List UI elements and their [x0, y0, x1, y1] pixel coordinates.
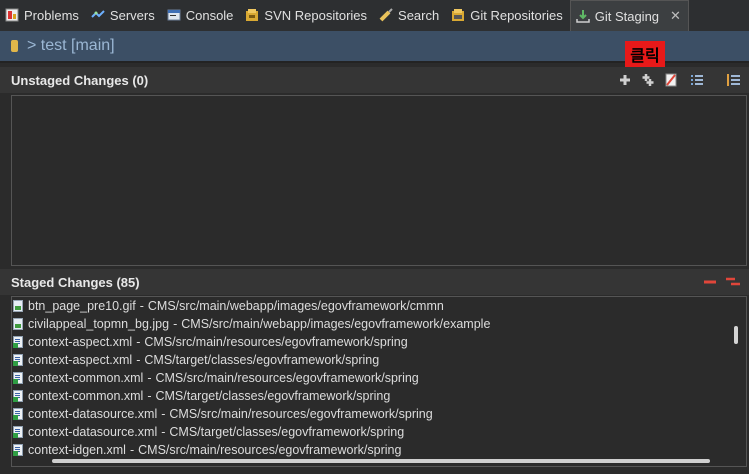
view-tab-bar: Problems Servers Console SVN Repositorie… — [0, 0, 749, 32]
close-icon[interactable]: ✕ — [670, 8, 681, 24]
file-path: CMS/src/main/resources/egovframework/spr… — [144, 335, 408, 349]
click-annotation-label: 클릭 — [625, 41, 665, 67]
tab-label: Console — [185, 7, 234, 23]
presentation-menu-icon[interactable] — [727, 73, 741, 87]
repository-label: > test [main] — [27, 37, 115, 54]
staged-file-row[interactable]: context-aspect.xml - CMS/target/classes/eg… — [12, 351, 746, 369]
separator: - — [136, 353, 141, 367]
separator: - — [161, 425, 166, 439]
unstaged-file-list[interactable] — [11, 95, 747, 266]
file-name: context-common.xml — [28, 389, 144, 403]
vertical-scrollbar[interactable] — [734, 326, 738, 344]
xml-file-icon — [13, 426, 23, 438]
file-name: context-common.xml — [28, 371, 144, 385]
tab-label: Problems — [24, 7, 79, 23]
file-name: civilappeal_topmn_bg.jpg — [28, 317, 170, 331]
horizontal-scrollbar[interactable] — [52, 459, 710, 463]
tab-label: SVN Repositories — [264, 7, 368, 23]
file-path: CMS/src/main/webapp/images/egovframework… — [181, 317, 491, 331]
add-all-to-index-icon[interactable] — [641, 73, 655, 87]
file-path: CMS/target/classes/egovframework/spring — [144, 353, 380, 367]
staged-file-row[interactable]: context-datasource.xml - CMS/target/classe… — [12, 423, 746, 441]
tree-view-icon[interactable] — [690, 73, 704, 87]
separator: - — [136, 335, 141, 349]
staged-file-row[interactable]: context-datasource.xml - CMS/src/main/reso… — [12, 405, 746, 423]
file-name: context-aspect.xml — [28, 353, 133, 367]
tab-label: Search — [398, 7, 440, 23]
staged-header: Staged Changes (85) — [0, 269, 749, 295]
staged-file-row[interactable]: context-aspect.xml - CMS/src/main/resource… — [12, 333, 746, 351]
unstaged-header: Unstaged Changes (0) — [0, 67, 749, 93]
file-path: CMS/src/main/webapp/images/egovframework… — [147, 299, 444, 313]
xml-file-icon — [13, 390, 23, 402]
console-icon — [167, 8, 181, 22]
remove-from-index-icon[interactable] — [703, 275, 717, 289]
xml-file-icon — [13, 408, 23, 420]
servers-icon — [91, 8, 105, 22]
unstaged-title: Unstaged Changes (0) — [11, 72, 149, 88]
add-to-index-icon[interactable] — [618, 73, 632, 87]
tab-servers[interactable]: Servers — [86, 0, 162, 30]
xml-file-icon — [13, 336, 23, 348]
image-file-icon — [13, 318, 23, 330]
staged-title: Staged Changes (85) — [11, 274, 140, 290]
separator: - — [129, 443, 135, 457]
staged-file-row[interactable]: context-common.xml - CMS/target/classes/eg… — [12, 387, 746, 405]
separator: - — [173, 317, 178, 331]
remove-all-from-index-icon[interactable] — [726, 275, 740, 289]
problems-icon — [5, 8, 19, 22]
tab-console[interactable]: Console — [162, 0, 241, 30]
tab-label: Servers — [109, 7, 155, 23]
tab-label: Git Repositories — [470, 7, 563, 23]
tab-label: Git Staging — [594, 8, 660, 24]
tab-search[interactable]: Search — [374, 0, 446, 30]
repository-icon — [11, 40, 18, 52]
xml-file-icon — [13, 354, 23, 366]
staged-file-row[interactable]: context-common.xml - CMS/src/main/resource… — [12, 369, 746, 387]
file-path: CMS/src/main/resources/egovframework/spr… — [169, 407, 433, 421]
staged-file-row[interactable]: btn_page_pre10.gif - CMS/src/main/webapp/i… — [12, 297, 746, 315]
file-name: context-datasource.xml — [28, 425, 158, 439]
separator: - — [147, 371, 152, 385]
staged-file-list[interactable]: btn_page_pre10.gif - CMS/src/main/webapp/i… — [11, 296, 747, 467]
file-path: CMS/src/main/resources/egovframework/spr… — [138, 443, 402, 457]
file-path: CMS/src/main/resources/egovframework/spr… — [155, 371, 419, 385]
xml-file-icon — [13, 372, 23, 384]
staged-file-row[interactable]: civilappeal_topmn_bg.jpg - CMS/src/main/we… — [12, 315, 746, 333]
separator: - — [161, 407, 166, 421]
separator: - — [147, 389, 152, 403]
staged-file-row[interactable]: context-idgen.xml - CMS/src/main/resources… — [12, 441, 746, 459]
svn-repository-icon — [245, 8, 259, 22]
xml-file-icon — [13, 444, 23, 456]
file-name: context-datasource.xml — [28, 407, 158, 421]
file-name: context-idgen.xml — [28, 443, 126, 457]
git-staging-icon — [575, 9, 590, 23]
git-repository-icon — [451, 8, 465, 22]
tab-problems[interactable]: Problems — [0, 0, 86, 30]
tab-svn-repositories[interactable]: SVN Repositories — [240, 0, 374, 30]
file-path: CMS/target/classes/egovframework/spring — [155, 389, 391, 403]
search-icon — [379, 8, 393, 22]
staged-list: btn_page_pre10.gif - CMS/src/main/webapp/i… — [12, 297, 746, 459]
file-path: CMS/target/classes/egovframework/spring — [169, 425, 405, 439]
ignore-file-icon[interactable] — [664, 73, 678, 87]
file-name: context-aspect.xml — [28, 335, 133, 349]
tab-git-staging[interactable]: Git Staging ✕ — [569, 0, 689, 31]
separator: - — [139, 299, 144, 313]
tab-git-repositories[interactable]: Git Repositories — [446, 0, 569, 30]
file-name: btn_page_pre10.gif — [28, 299, 136, 313]
image-file-icon — [13, 300, 23, 312]
